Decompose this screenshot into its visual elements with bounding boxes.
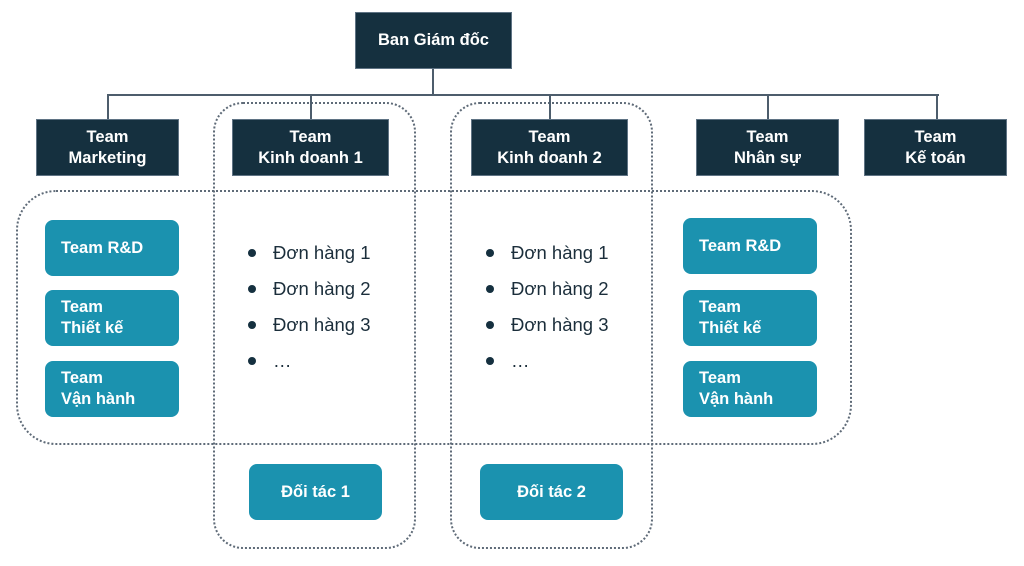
bullet-icon [486, 285, 494, 293]
bullet-icon [248, 285, 256, 293]
team-label-line2: Kinh doanh 2 [497, 148, 602, 167]
order-label: … [511, 350, 530, 371]
order-item: Đơn hàng 3 [248, 307, 371, 343]
connector-accounting [936, 94, 938, 120]
team-label-line1: Team [914, 127, 957, 146]
bullet-icon [486, 321, 494, 329]
support-label-line1: Team [699, 298, 741, 316]
order-item: Đơn hàng 1 [486, 235, 609, 271]
root-label: Ban Giám đốc [378, 31, 489, 49]
team-node-hr[interactable]: Team Nhân sự [696, 119, 839, 176]
order-label: Đơn hàng 2 [273, 278, 371, 299]
team-label-line2: Marketing [68, 148, 147, 167]
team-label-line1: Team [528, 127, 571, 146]
team-label-line1: Team [289, 127, 332, 146]
support-node-rnd-left[interactable]: Team R&D [45, 220, 179, 276]
team-label-line2: Kinh doanh 1 [258, 148, 363, 167]
team-label-line1: Team [746, 127, 789, 146]
support-label-line1: Team R&D [61, 238, 144, 257]
team-node-accounting[interactable]: Team Kế toán [864, 119, 1007, 176]
connector-hr [767, 94, 769, 120]
support-label-line2: Vận hành [61, 390, 136, 408]
order-item: Đơn hàng 3 [486, 307, 609, 343]
connector-root-down [432, 68, 434, 95]
support-node-operations-right[interactable]: Team Vận hành [683, 361, 817, 417]
support-label-line1: Team R&D [699, 236, 782, 255]
support-node-operations-left[interactable]: Team Vận hành [45, 361, 179, 417]
order-item: … [486, 343, 609, 379]
support-node-rnd-right[interactable]: Team R&D [683, 218, 817, 274]
root-node-board-of-directors[interactable]: Ban Giám đốc [355, 12, 512, 69]
order-label: Đơn hàng 3 [273, 314, 371, 335]
support-label-line1: Team [61, 298, 103, 316]
bullet-icon [248, 357, 256, 365]
order-label: … [273, 350, 292, 371]
order-item: Đơn hàng 1 [248, 235, 371, 271]
connector-sales-2 [549, 94, 551, 120]
order-item: … [248, 343, 371, 379]
support-label-line2: Thiết kế [699, 319, 762, 337]
team-node-sales-2[interactable]: Team Kinh doanh 2 [471, 119, 628, 176]
order-label: Đơn hàng 2 [511, 278, 609, 299]
order-label: Đơn hàng 3 [511, 314, 609, 335]
team-node-sales-1[interactable]: Team Kinh doanh 1 [232, 119, 389, 176]
order-label: Đơn hàng 1 [273, 242, 371, 263]
team-label-line2: Kế toán [905, 148, 966, 167]
team-label-line2: Nhân sự [734, 148, 801, 167]
partner-label: Đối tác 1 [281, 482, 350, 501]
support-node-design-left[interactable]: Team Thiết kế [45, 290, 179, 346]
support-label-line1: Team [699, 369, 741, 387]
bullet-icon [248, 321, 256, 329]
sales-2-order-list: Đơn hàng 1 Đơn hàng 2 Đơn hàng 3 … [486, 235, 609, 379]
connector-sales-1 [310, 94, 312, 120]
bullet-icon [486, 357, 494, 365]
team-node-marketing[interactable]: Team Marketing [36, 119, 179, 176]
connector-horizontal-bus [107, 94, 939, 96]
order-item: Đơn hàng 2 [486, 271, 609, 307]
support-label-line1: Team [61, 369, 103, 387]
support-node-design-right[interactable]: Team Thiết kế [683, 290, 817, 346]
support-label-line2: Vận hành [699, 390, 774, 408]
connector-marketing [107, 94, 109, 120]
support-label-line2: Thiết kế [61, 319, 124, 337]
partner-node-2[interactable]: Đối tác 2 [480, 464, 623, 520]
team-label-line1: Team [86, 127, 129, 146]
bullet-icon [248, 249, 256, 257]
order-item: Đơn hàng 2 [248, 271, 371, 307]
order-label: Đơn hàng 1 [511, 242, 609, 263]
partner-node-1[interactable]: Đối tác 1 [249, 464, 382, 520]
bullet-icon [486, 249, 494, 257]
partner-label: Đối tác 2 [517, 482, 586, 501]
sales-1-order-list: Đơn hàng 1 Đơn hàng 2 Đơn hàng 3 … [248, 235, 371, 379]
